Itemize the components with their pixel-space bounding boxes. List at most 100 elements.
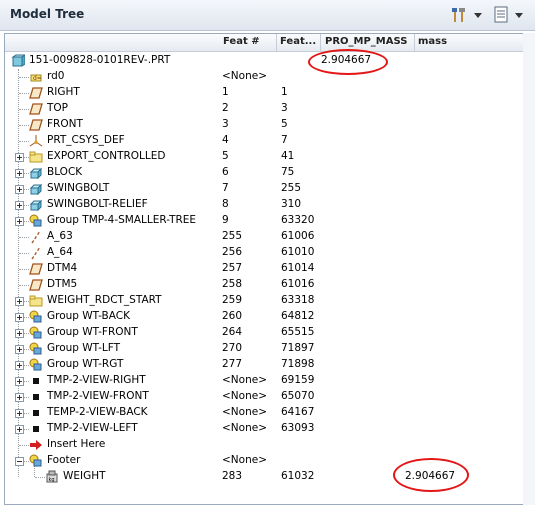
model-tree-panel: Model Tree Feat # Feat... PRO_MP_MASS ma… [0, 0, 535, 507]
tree-row-label[interactable]: SWINGBOLT-RELIEF [47, 198, 148, 210]
tree-columns-icon[interactable] [492, 6, 512, 24]
feat-num-cell: 256 [222, 246, 243, 258]
group-icon [29, 310, 43, 324]
expand-toggle[interactable] [15, 393, 24, 402]
tree-row-label[interactable]: TMP-2-VIEW-RIGHT [47, 374, 146, 386]
column-divider[interactable] [276, 34, 277, 51]
expand-toggle[interactable] [15, 153, 24, 162]
tree-row[interactable]: TMP-2-VIEW-FRONT <None> 65070 [5, 389, 523, 405]
expand-toggle[interactable] [15, 185, 24, 194]
expand-toggle[interactable] [15, 169, 24, 178]
tree-row-label[interactable]: Group WT-FRONT [47, 326, 138, 338]
tree-row-label[interactable]: Group WT-RGT [47, 358, 123, 370]
feat-num-cell: 259 [222, 294, 243, 306]
tree-row-label[interactable]: TOP [47, 102, 68, 114]
tree-row[interactable]: DTM4 257 61014 [5, 261, 523, 277]
expand-toggle[interactable] [15, 409, 24, 418]
tree-row-label[interactable]: SWINGBOLT [47, 182, 109, 194]
feat-id-cell: 65070 [281, 390, 315, 402]
tree-row-label[interactable]: RIGHT [47, 86, 80, 98]
tree-row[interactable]: 151-009828-0101REV-.PRT 2.904667 [5, 53, 523, 69]
tree-row[interactable]: TMP-2-VIEW-RIGHT <None> 69159 [5, 373, 523, 389]
tree-row[interactable]: Group WT-FRONT 264 65515 [5, 325, 523, 341]
tree-row-label[interactable]: EXPORT_CONTROLLED [47, 150, 165, 162]
expand-toggle[interactable] [15, 329, 24, 338]
expand-toggle[interactable] [15, 297, 24, 306]
tree-row-label[interactable]: WEIGHT_RDCT_START [47, 294, 162, 306]
expand-toggle[interactable] [15, 201, 24, 210]
tree-row[interactable]: Group WT-RGT 277 71898 [5, 357, 523, 373]
layer-folder-icon [29, 294, 43, 308]
tree-row[interactable]: Insert Here [5, 437, 523, 453]
tree-row-label[interactable]: PRT_CSYS_DEF [47, 134, 125, 146]
tree-row-label[interactable]: Insert Here [47, 438, 105, 450]
feat-id-cell: 64812 [281, 310, 315, 322]
expand-toggle[interactable] [15, 377, 24, 386]
tree-row-label[interactable]: Group WT-BACK [47, 310, 130, 322]
vertical-scrollbar[interactable] [523, 33, 535, 505]
tree-row[interactable]: Group WT-LFT 270 71897 [5, 341, 523, 357]
tree-row[interactable]: DTM5 258 61016 [5, 277, 523, 293]
tree-row-label[interactable]: DTM5 [47, 278, 77, 290]
tree-row-label[interactable]: FRONT [47, 118, 83, 130]
tree-row[interactable]: TOP 2 3 [5, 101, 523, 117]
tree-row[interactable]: A_64 256 61010 [5, 245, 523, 261]
tree-row[interactable]: A_63 255 61006 [5, 229, 523, 245]
expand-toggle[interactable] [15, 313, 24, 322]
tree-row-label[interactable]: A_63 [47, 230, 73, 242]
tree-row[interactable]: PRT_CSYS_DEF 4 7 [5, 133, 523, 149]
expand-toggle[interactable] [15, 345, 24, 354]
tree-row-label[interactable]: WEIGHT [63, 470, 106, 482]
annotation-circle [393, 458, 469, 492]
insert-arrow-icon [29, 438, 43, 452]
feat-num-cell: 5 [222, 150, 229, 162]
tree-connector-line [19, 253, 29, 254]
tree-row-label[interactable]: TMP-2-VIEW-FRONT [47, 390, 149, 402]
datum-plane-icon [29, 278, 43, 292]
tree-columns-dropdown-arrow[interactable] [515, 13, 523, 18]
column-header-feat-id[interactable]: Feat... [280, 36, 318, 47]
expand-toggle[interactable] [15, 425, 24, 434]
group-icon [29, 326, 43, 340]
tree-row[interactable]: WEIGHT_RDCT_START 259 63318 [5, 293, 523, 309]
tree-row[interactable]: Group TMP-4-SMALLER-TREE 9 63320 [5, 213, 523, 229]
column-divider[interactable] [414, 34, 415, 51]
tree-row[interactable]: TEMP-2-VIEW-BACK <None> 64167 [5, 405, 523, 421]
tree-row[interactable]: Group WT-BACK 260 64812 [5, 309, 523, 325]
feat-num-cell: 264 [222, 326, 243, 338]
column-divider[interactable] [320, 34, 321, 51]
feat-num-cell: 260 [222, 310, 243, 322]
feat-num-cell: 270 [222, 342, 243, 354]
tree-row-label[interactable]: A_64 [47, 246, 73, 258]
tree-row[interactable]: SWINGBOLT-RELIEF 8 310 [5, 197, 523, 213]
tree-row-label[interactable]: rd0 [47, 70, 64, 82]
tree-settings-dropdown-arrow[interactable] [474, 13, 482, 18]
tree-row-label[interactable]: TEMP-2-VIEW-BACK [47, 406, 148, 418]
expand-toggle[interactable] [15, 361, 24, 370]
group-icon [29, 454, 43, 468]
tree-row[interactable]: d= rd0 <None> [5, 69, 523, 85]
tree-row[interactable]: RIGHT 1 1 [5, 85, 523, 101]
tree-row[interactable]: SWINGBOLT 7 255 [5, 181, 523, 197]
tree-settings-icon[interactable] [450, 6, 470, 24]
tree-row[interactable]: FRONT 3 5 [5, 117, 523, 133]
column-header-mass[interactable]: mass [418, 36, 498, 47]
feat-num-cell: 255 [222, 230, 243, 242]
tree-row[interactable]: BLOCK 6 75 [5, 165, 523, 181]
tree-row-label[interactable]: Group WT-LFT [47, 342, 120, 354]
column-header-pro-mp-mass[interactable]: PRO_MP_MASS [325, 36, 413, 47]
tree-row-label[interactable]: BLOCK [47, 166, 82, 178]
tree-row[interactable]: EXPORT_CONTROLLED 5 41 [5, 149, 523, 165]
feat-id-cell: 71898 [281, 358, 315, 370]
column-header-feat-num[interactable]: Feat # [223, 36, 275, 47]
tree-row-label[interactable]: Group TMP-4-SMALLER-TREE [47, 214, 196, 226]
tree-row-label[interactable]: 151-009828-0101REV-.PRT [29, 54, 170, 66]
expand-toggle[interactable] [15, 457, 24, 466]
tree-row-label[interactable]: Footer [47, 454, 80, 466]
tree-row-label[interactable]: DTM4 [47, 262, 77, 274]
extrude-icon [29, 166, 43, 180]
tree-row[interactable]: TMP-2-VIEW-LEFT <None> 63093 [5, 421, 523, 437]
panel-header: Model Tree [0, 0, 535, 31]
expand-toggle[interactable] [15, 217, 24, 226]
tree-row-label[interactable]: TMP-2-VIEW-LEFT [47, 422, 138, 434]
